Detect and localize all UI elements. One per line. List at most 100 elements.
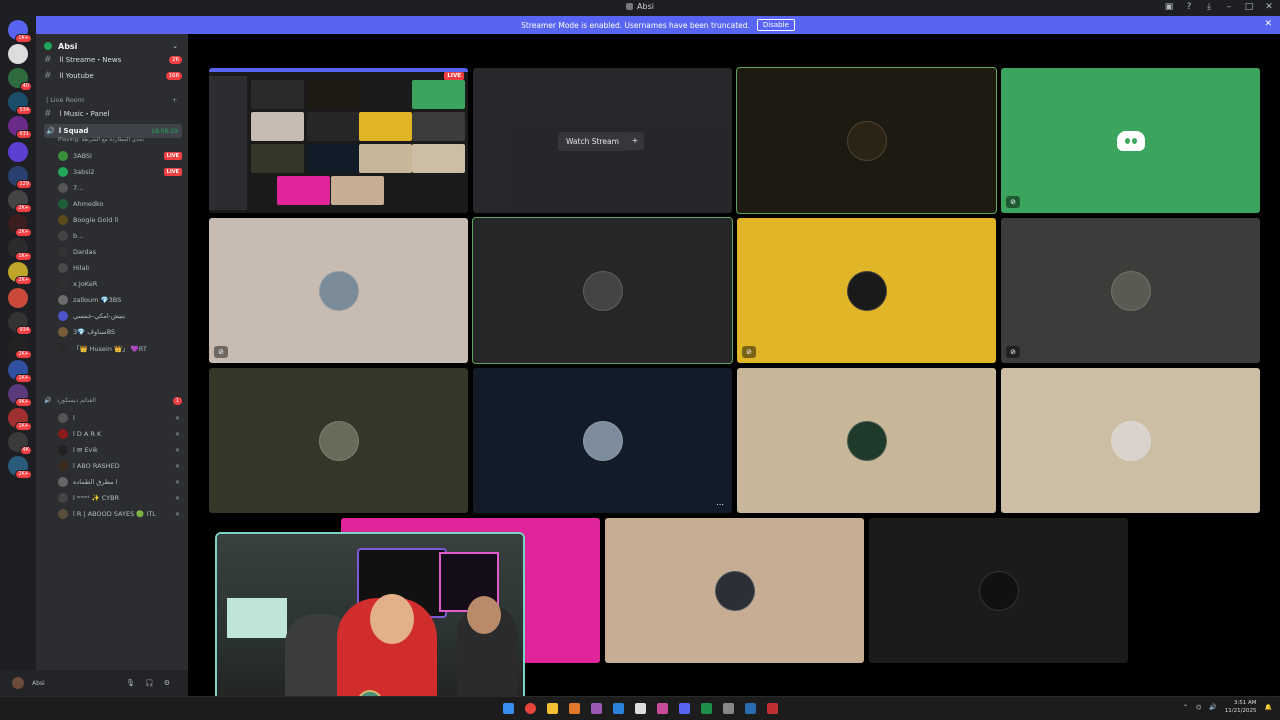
participant-tile[interactable] bbox=[869, 518, 1128, 663]
server-icon[interactable] bbox=[8, 44, 28, 64]
steam-icon[interactable] bbox=[745, 703, 756, 714]
voice-user-name: 3absi2 bbox=[73, 168, 95, 176]
voice-user[interactable]: 「👑 Husein 👑」 💜RT bbox=[58, 342, 182, 354]
voice-user[interactable]: l ABO RASHED ✕ bbox=[58, 460, 182, 472]
voice-user[interactable]: بنيش-امكي-خمسي bbox=[58, 310, 182, 322]
voice-user-name: l ABO RASHED bbox=[73, 462, 120, 470]
chevron-up-icon[interactable]: ⌃ bbox=[1183, 704, 1188, 711]
screenshare-tile[interactable]: LIVE bbox=[209, 68, 468, 213]
participant-tile[interactable]: ⊘ bbox=[209, 218, 468, 363]
folder-icon[interactable] bbox=[547, 703, 558, 714]
voice-user[interactable]: Dardas bbox=[58, 246, 182, 258]
capcut-icon[interactable] bbox=[657, 703, 668, 714]
more-icon[interactable]: ⋯ bbox=[716, 500, 724, 509]
voice-channel-squad[interactable]: 🔊 l Squad 18:06:29 bbox=[44, 124, 182, 138]
maximize-icon[interactable]: □ bbox=[1244, 2, 1254, 12]
participant-tile[interactable] bbox=[605, 518, 864, 663]
add-channel-icon[interactable]: + bbox=[172, 96, 177, 104]
server-icon[interactable]: 1K+ bbox=[8, 408, 32, 431]
stream-preview-tile[interactable]: Watch Stream + bbox=[473, 68, 732, 213]
voice-user[interactable]: zalloum 💎3BS bbox=[58, 294, 182, 306]
start-icon[interactable] bbox=[503, 703, 514, 714]
server-icon[interactable]: 534 bbox=[8, 92, 32, 115]
channel-item[interactable]: # l Music・Panel bbox=[44, 107, 182, 121]
voice-user[interactable]: مطرق الطماده l ✕ bbox=[58, 476, 182, 488]
discord-taskbar-icon[interactable] bbox=[679, 703, 690, 714]
clock[interactable]: 3:51 AM 11/21/2025 bbox=[1225, 699, 1257, 715]
server-icon[interactable] bbox=[8, 142, 28, 162]
participant-tile[interactable]: ⊘ bbox=[737, 218, 996, 363]
voice-user[interactable]: Hilali bbox=[58, 262, 182, 274]
voice-user[interactable]: l ✕ bbox=[58, 412, 182, 424]
mic-icon[interactable]: 🎙 bbox=[126, 679, 135, 687]
voice-user[interactable]: 3ABSI LIVE bbox=[58, 150, 182, 162]
voice-category[interactable]: 🔊 القنائم ديسكورد 1 bbox=[44, 397, 182, 405]
avatar bbox=[58, 327, 68, 337]
server-icon[interactable]: 1K+ bbox=[8, 360, 32, 383]
channel-item[interactable]: # ll Youtube 168 bbox=[44, 69, 182, 83]
app-icon[interactable] bbox=[701, 703, 712, 714]
server-icon[interactable]: 631 bbox=[8, 116, 32, 139]
zoom-icon[interactable]: + bbox=[626, 132, 644, 150]
server-list: 1K+ 40 534 631 129 2K+ 2K+ 1K+ 2K+ 934 2… bbox=[0, 16, 36, 696]
app-icon[interactable] bbox=[569, 703, 580, 714]
avatar bbox=[58, 167, 68, 177]
server-icon[interactable]: 129 bbox=[8, 166, 32, 189]
avatar[interactable] bbox=[12, 677, 24, 689]
volume-icon[interactable]: 🔊 bbox=[1209, 704, 1216, 711]
participant-tile[interactable] bbox=[736, 67, 997, 214]
voice-user[interactable]: l D A R K ✕ bbox=[58, 428, 182, 440]
participant-tile[interactable] bbox=[737, 368, 996, 513]
settings-icon[interactable] bbox=[723, 703, 734, 714]
participant-tile[interactable] bbox=[472, 217, 733, 364]
server-icon[interactable] bbox=[8, 288, 28, 308]
voice-user[interactable]: Boogie Gold ll bbox=[58, 214, 182, 226]
chrome-icon[interactable] bbox=[525, 703, 536, 714]
participant-tile[interactable]: ⋯ bbox=[473, 368, 732, 513]
server-icon[interactable]: 934 bbox=[8, 312, 32, 335]
app-icon[interactable] bbox=[767, 703, 778, 714]
server-icon[interactable]: 2K+ bbox=[8, 262, 32, 285]
server-icon[interactable]: 2K+ bbox=[8, 190, 32, 213]
live-room-category[interactable]: | Live Room + bbox=[46, 96, 177, 104]
watch-stream-button[interactable]: Watch Stream bbox=[558, 132, 627, 151]
participant-tile[interactable] bbox=[209, 368, 468, 513]
server-icon[interactable]: 1K+ bbox=[8, 238, 32, 261]
server-icon[interactable]: 2K+ bbox=[8, 214, 32, 237]
network-icon[interactable]: ⌬ bbox=[1196, 704, 1201, 711]
server-icon[interactable]: 2K+ bbox=[8, 456, 32, 479]
minimize-icon[interactable]: – bbox=[1224, 2, 1234, 12]
voice-user[interactable]: x.JoKeR bbox=[58, 278, 182, 290]
channel-item[interactable]: # ll Streame・News 26 bbox=[44, 53, 182, 67]
voice-user[interactable]: Ahmedko bbox=[58, 198, 182, 210]
close-icon[interactable]: ✕ bbox=[1264, 2, 1274, 12]
chevron-down-icon[interactable]: ⌄ bbox=[172, 42, 178, 50]
help-icon[interactable]: ? bbox=[1184, 2, 1194, 12]
voice-user[interactable]: l ✉ Evik ✕ bbox=[58, 444, 182, 456]
voice-user[interactable]: l ˢᵐᵃʳᵗ ✨ CYBR ✕ bbox=[58, 492, 182, 504]
download-icon[interactable]: ⤓ bbox=[1204, 2, 1214, 12]
inbox-icon[interactable]: ▣ bbox=[1164, 2, 1174, 12]
app-icon[interactable] bbox=[635, 703, 646, 714]
server-icon[interactable]: 2K+ bbox=[8, 336, 32, 359]
home-server-icon[interactable]: 1K+ bbox=[8, 20, 32, 43]
participant-tile[interactable]: ⊘ bbox=[1001, 218, 1260, 363]
avatar bbox=[58, 493, 68, 503]
participant-tile[interactable] bbox=[1001, 368, 1260, 513]
voice-user[interactable]: l R | ABOOD SAYES 🟢 ITL ✕ bbox=[58, 508, 182, 520]
app-icon[interactable] bbox=[591, 703, 602, 714]
voice-user[interactable]: b... bbox=[58, 230, 182, 242]
server-icon[interactable]: 4K bbox=[8, 432, 32, 455]
headphones-icon[interactable]: 🎧 bbox=[145, 679, 154, 687]
close-banner-icon[interactable]: ✕ bbox=[1264, 19, 1272, 29]
participant-tile[interactable]: ⊘ bbox=[1001, 68, 1260, 213]
disable-button[interactable]: Disable bbox=[756, 19, 795, 31]
app-icon[interactable] bbox=[613, 703, 624, 714]
voice-user[interactable]: 3absi2 LIVE bbox=[58, 166, 182, 178]
voice-user[interactable]: 7... bbox=[58, 182, 182, 194]
gear-icon[interactable]: ⚙ bbox=[164, 679, 170, 687]
server-icon[interactable]: 9K+ bbox=[8, 384, 32, 407]
server-icon[interactable]: 40 bbox=[8, 68, 32, 91]
voice-user[interactable]: سناوف 💎3BS bbox=[58, 326, 182, 338]
notification-icon[interactable]: 🔔 bbox=[1265, 704, 1272, 711]
